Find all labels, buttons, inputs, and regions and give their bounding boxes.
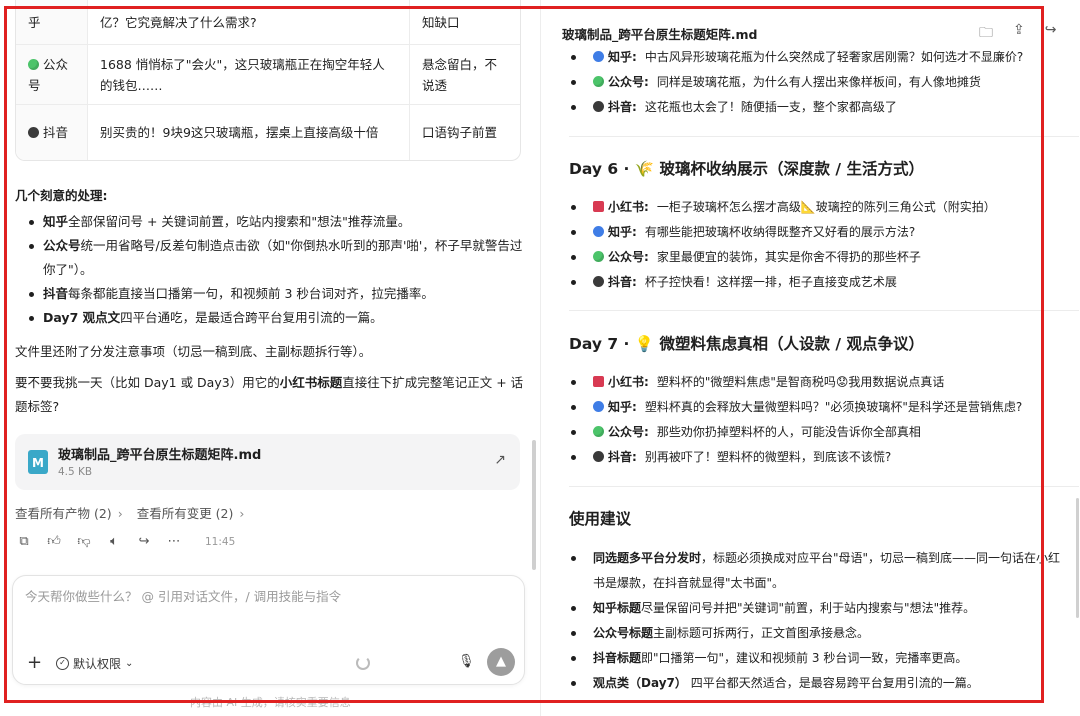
list-item: 知乎: 中古风异形玻璃花瓶为什么突然成了轻奢家居刚需？如何选才不显廉价?	[569, 45, 1069, 70]
more-icon[interactable]: ⋯	[165, 534, 183, 549]
upload-icon[interactable]: ⇪	[1013, 22, 1025, 46]
shield-check-icon: ✓	[56, 657, 69, 670]
day5-list: 知乎: 中古风异形玻璃花瓶为什么突然成了轻奢家居刚需？如何选才不显廉价? 公众号:…	[569, 45, 1069, 120]
list-item: 知乎: 有哪些能把玻璃杯收纳得既整齐又好看的展示方法?	[569, 220, 1069, 245]
list-item: 抖音标题即"口播第一句"，建议和视频前 3 秒台词一致，完播率更高。	[569, 646, 1069, 671]
platform-cell: 公众号	[16, 45, 88, 104]
markdown-file-icon: M	[28, 450, 48, 474]
list-item: 抖音每条都能直接当口播第一句，和视频前 3 秒台词对齐，拉完播率。	[15, 282, 525, 306]
folder-icon[interactable]: 🗀	[979, 22, 993, 46]
day7-list: 小红书: 塑料杯的"微塑料焦虑"是智商税吗😟我用数据说点真话 知乎: 塑料杯真的会释…	[569, 370, 1069, 470]
message-actions: ⧉ 👍︎ 👎︎ 🔈︎ ↪ ⋯ 11:45	[15, 534, 235, 549]
paragraph: 文件里还附了分发注意事项（切忌一稿到底、主副标题拆行等）。	[15, 344, 372, 359]
speaker-icon[interactable]: 🔈︎	[105, 534, 123, 549]
table-row: 公众号 1688 悄悄标了"会火"，这只玻璃瓶正在掏空年轻人的钱包…… 悬念留白…	[16, 44, 520, 104]
section-heading: Day 6 · 🌾 玻璃杯收纳展示（深度款 / 生活方式）	[569, 160, 924, 178]
note-cell: 口语钩子前置	[422, 125, 498, 140]
share-icon[interactable]: ↪	[1045, 22, 1057, 46]
notes-heading: 几个刻意的处理:	[15, 188, 108, 203]
zhihu-icon	[593, 401, 604, 412]
send-button[interactable]: ▲	[487, 648, 515, 676]
chevron-down-icon: ⌄	[125, 658, 134, 669]
platform-cell: 乎	[16, 0, 88, 44]
section-heading: Day 7 · 💡 微塑料焦虑真相（人设款 / 观点争议）	[569, 335, 924, 353]
list-item: 知乎: 塑料杯真的会释放大量微塑料吗？"必须换玻璃杯"是科学还是营销焦虑?	[569, 395, 1069, 420]
list-item: 公众号统一用省略号/反差句制造点击欲（如"你倒热水听到的那声'啪'，杯子早就警告…	[15, 234, 525, 282]
document-title: 玻璃制品_跨平台原生标题矩阵.md	[562, 27, 758, 42]
composer-input[interactable]: 今天帮你做些什么？ @ 引用对话文件，/ 调用技能与指令	[25, 586, 341, 605]
note-cell: 悬念留白，不说透	[422, 56, 498, 93]
wechat-icon	[593, 251, 604, 262]
wechat-icon	[593, 76, 604, 87]
list-item: 公众号: 同样是玻璃花瓶，为什么有人摆出来像样板间，有人像地摊货	[569, 70, 1069, 95]
list-item: 小红书: 一柜子玻璃杯怎么摆才高级📐玻璃控的陈列三角公式（附实拍）	[569, 195, 1069, 220]
day7-section: Day 7 · 💡 微塑料焦虑真相（人设款 / 观点争议）	[569, 332, 1069, 356]
list-item: 小红书: 塑料杯的"微塑料焦虑"是智商税吗😟我用数据说点真话	[569, 370, 1069, 395]
message-time: 11:45	[205, 535, 236, 548]
add-icon[interactable]: +	[27, 652, 42, 673]
note-cell: 知缺口	[422, 14, 460, 30]
table-row: 乎 亿？它究竟解决了什么需求? 知缺口	[16, 0, 520, 44]
xiaohongshu-icon	[593, 376, 604, 387]
xiaohongshu-icon	[593, 201, 604, 212]
loading-spinner-icon	[356, 656, 370, 670]
list-item: 抖音: 别再被吓了！塑料杯的微塑料，到底该不该慌?	[569, 445, 1069, 470]
zhihu-icon	[593, 226, 604, 237]
ai-disclaimer: 内容由 AI 生成，请核实重要信息	[190, 696, 351, 709]
share-icon[interactable]: ↪	[135, 534, 153, 549]
douyin-icon	[593, 101, 604, 112]
tips-section: 使用建议	[569, 507, 1069, 531]
list-item: 知乎标题尽量保留问号并把"关键词"前置，利于站内搜索与"想法"推荐。	[569, 596, 1069, 621]
douyin-icon	[593, 276, 604, 287]
list-item: 同选题多平台分发时，标题必须换成对应平台"母语"，切忌一稿到底——同一句话在小红…	[569, 546, 1069, 596]
thumbs-up-icon[interactable]: 👍︎	[45, 534, 63, 549]
file-size: 4.5 KB	[58, 466, 93, 478]
message-composer: 今天帮你做些什么？ @ 引用对话文件，/ 调用技能与指令 + ✓ 默认权限 ⌄ …	[12, 575, 525, 685]
day6-section: Day 6 · 🌾 玻璃杯收纳展示（深度款 / 生活方式）	[569, 157, 1069, 181]
list-item: 抖音: 这花瓶也太会了！随便插一支，整个家都高级了	[569, 95, 1069, 120]
douyin-icon	[28, 127, 39, 138]
title-cell: 1688 悄悄标了"会火"，这只玻璃瓶正在掏空年轻人的钱包……	[88, 45, 410, 104]
divider	[569, 310, 1079, 311]
divider	[569, 486, 1079, 487]
title-cell: 亿？它究竟解决了什么需求?	[88, 0, 410, 44]
file-name: 玻璃制品_跨平台原生标题矩阵.md	[58, 448, 262, 463]
day6-list: 小红书: 一柜子玻璃杯怎么摆才高级📐玻璃控的陈列三角公式（附实拍） 知乎: 有哪些能…	[569, 195, 1069, 295]
list-item: 观点类（Day7） 四平台都天然适合，是最容易跨平台复用引流的一篇。	[569, 671, 1069, 696]
table-row: 抖音 别买贵的！9块9这只玻璃瓶，摆桌上直接高级十倍 口语钩子前置	[16, 104, 520, 160]
tips-list: 同选题多平台分发时，标题必须换成对应平台"母语"，切忌一稿到底——同一句话在小红…	[569, 546, 1069, 696]
zhihu-icon	[593, 51, 604, 62]
view-changes-link[interactable]: 查看所有变更 (2) ›	[137, 503, 245, 522]
document-scrollbar[interactable]	[1076, 498, 1079, 618]
list-item: 公众号标题主副标题可拆两行，正文首图承接悬念。	[569, 621, 1069, 646]
artifact-links: 查看所有产物 (2) › 查看所有变更 (2) ›	[15, 503, 244, 522]
divider	[569, 136, 1079, 137]
file-attachment-card[interactable]: M 玻璃制品_跨平台原生标题矩阵.md 4.5 KB ↗	[15, 434, 520, 490]
list-item: 公众号: 那些劝你扔掉塑料杯的人，可能没告诉你全部真相	[569, 420, 1069, 445]
douyin-icon	[593, 451, 604, 462]
section-heading: 使用建议	[569, 510, 632, 528]
chat-pane: 乎 亿？它究竟解决了什么需求? 知缺口 公众号 1688 悄悄标了"会火"，这只…	[0, 0, 540, 716]
open-external-icon[interactable]: ↗	[494, 452, 506, 468]
view-artifacts-link[interactable]: 查看所有产物 (2) ›	[15, 503, 123, 522]
thumbs-down-icon[interactable]: 👎︎	[75, 534, 93, 549]
title-cell: 别买贵的！9块9这只玻璃瓶，摆桌上直接高级十倍	[88, 105, 410, 160]
list-item: 抖音: 杯子控快看！这样摆一排，柜子直接变成艺术展	[569, 270, 1069, 295]
document-preview-pane: 玻璃制品_跨平台原生标题矩阵.md 🗀 ⇪ ↪ 知乎: 中古风异形玻璃花瓶为什么突…	[541, 0, 1080, 716]
notes-block: 几个刻意的处理: 知乎全部保留问号 + 关键词前置，吃站内搜索和"想法"推荐流量…	[15, 184, 525, 419]
document-toolbar: 🗀 ⇪ ↪	[979, 22, 1056, 46]
copy-icon[interactable]: ⧉	[15, 534, 33, 549]
permission-selector[interactable]: ✓ 默认权限 ⌄	[56, 655, 133, 672]
title-matrix-table: 乎 亿？它究竟解决了什么需求? 知缺口 公众号 1688 悄悄标了"会火"，这只…	[15, 0, 521, 161]
platform-cell: 抖音	[16, 105, 88, 160]
microphone-icon[interactable]: 🎙︎	[458, 654, 475, 669]
wechat-icon	[593, 426, 604, 437]
list-item: 知乎全部保留问号 + 关键词前置，吃站内搜索和"想法"推荐流量。	[15, 210, 525, 234]
list-item: 公众号: 家里最便宜的装饰，其实是你舍不得扔的那些杯子	[569, 245, 1069, 270]
list-item: Day7 观点文四平台通吃，是最适合跨平台复用引流的一篇。	[15, 306, 525, 330]
chat-scrollbar[interactable]	[532, 440, 536, 570]
wechat-icon	[28, 58, 39, 70]
paragraph: 要不要我挑一天（比如 Day1 或 Day3）用它的小红书标题直接往下扩成完整笔…	[15, 375, 524, 414]
